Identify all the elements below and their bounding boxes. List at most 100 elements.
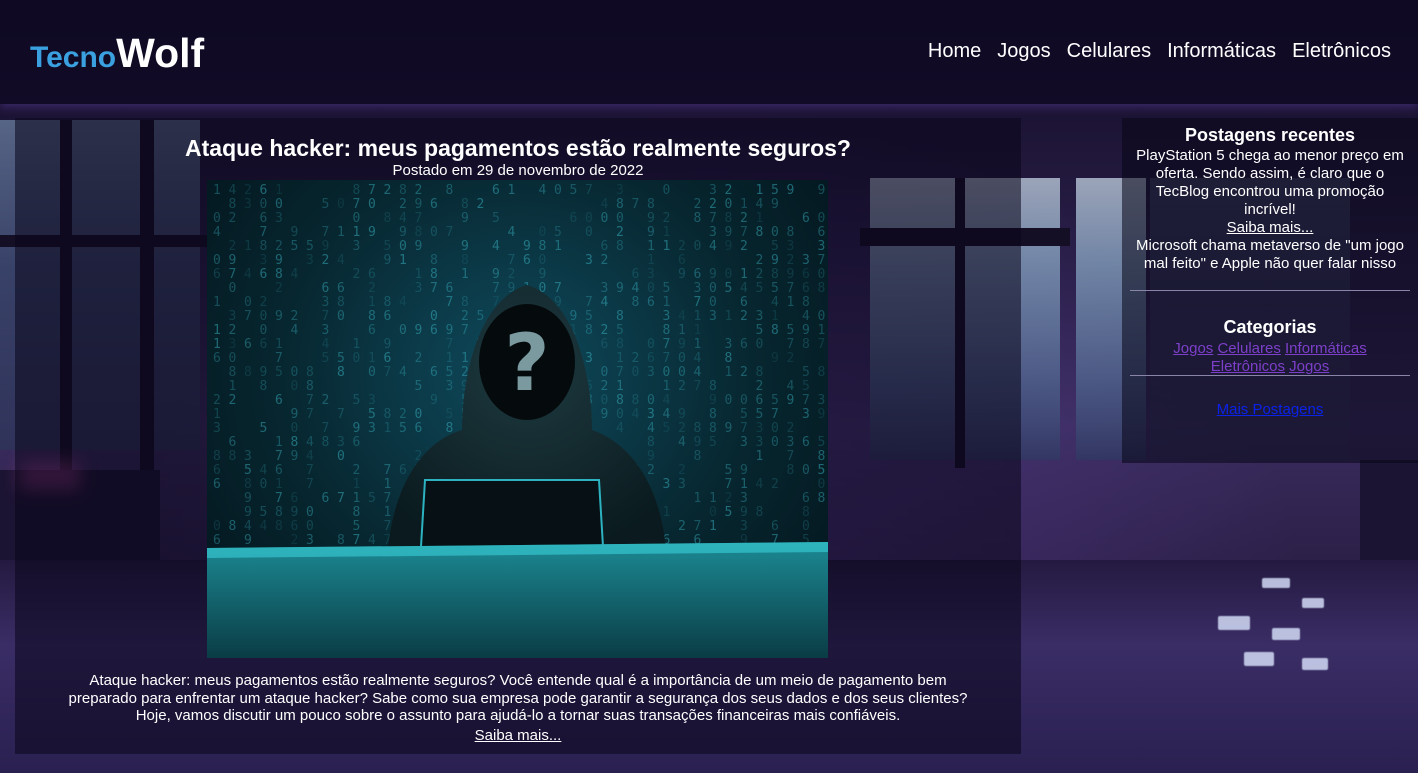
svg-text:4: 4 (306, 435, 314, 450)
svg-text:0: 0 (539, 225, 547, 240)
nav-link-celulares[interactable]: Celulares (1067, 40, 1151, 63)
svg-text:6: 6 (415, 421, 423, 436)
svg-text:3: 3 (322, 323, 330, 338)
site-header: Tecno Wolf Home Jogos Celulares Informát… (0, 0, 1418, 104)
svg-text:8: 8 (771, 267, 779, 282)
svg-text:5: 5 (291, 239, 299, 254)
svg-text:7: 7 (818, 337, 826, 352)
svg-text:1: 1 (678, 323, 686, 338)
svg-text:9: 9 (368, 225, 376, 240)
svg-text:3: 3 (818, 393, 826, 408)
excerpt-line: preparado para enfrentar um ataque hacke… (68, 689, 968, 707)
svg-text:0: 0 (709, 505, 717, 520)
svg-text:4: 4 (756, 477, 764, 492)
svg-text:1: 1 (275, 477, 283, 492)
svg-text:8: 8 (709, 379, 717, 394)
article-title: Ataque hacker: meus pagamentos estão rea… (185, 135, 851, 161)
category-link-celulares[interactable]: Celulares (1217, 340, 1280, 357)
svg-text:6: 6 (260, 211, 268, 226)
read-more-link[interactable]: Saiba mais... (475, 727, 562, 744)
more-posts-link[interactable]: Mais Postagens (1217, 401, 1324, 418)
svg-text:3: 3 (275, 211, 283, 226)
svg-text:9: 9 (787, 267, 795, 282)
svg-text:4: 4 (337, 253, 345, 268)
svg-text:7: 7 (260, 225, 268, 240)
svg-text:0: 0 (213, 211, 221, 226)
svg-text:3: 3 (709, 183, 717, 198)
svg-text:8: 8 (802, 337, 810, 352)
svg-text:7: 7 (322, 309, 330, 324)
nav-link-eletronicos[interactable]: Eletrônicos (1292, 40, 1391, 63)
category-link-eletronicos[interactable]: Eletrônicos (1211, 358, 1285, 375)
svg-text:9: 9 (415, 239, 423, 254)
site-logo[interactable]: Tecno Wolf (30, 30, 204, 77)
logo-part-tecno: Tecno (30, 41, 117, 74)
svg-text:3: 3 (694, 281, 702, 296)
svg-text:4: 4 (678, 435, 686, 450)
article-excerpt: Ataque hacker: meus pagamentos estão rea… (15, 672, 1021, 725)
svg-text:3: 3 (647, 407, 655, 422)
svg-text:8: 8 (787, 225, 795, 240)
svg-text:7: 7 (368, 183, 376, 198)
svg-text:8: 8 (275, 267, 283, 282)
category-link-jogos-2[interactable]: Jogos (1289, 358, 1329, 375)
recent-post-1-read-more-link[interactable]: Saiba mais... (1227, 219, 1314, 236)
svg-text:9: 9 (709, 393, 717, 408)
svg-text:1: 1 (399, 253, 407, 268)
svg-text:2: 2 (678, 421, 686, 436)
svg-text:6: 6 (740, 337, 748, 352)
svg-text:7: 7 (306, 477, 314, 492)
svg-text:0: 0 (244, 295, 252, 310)
svg-text:0: 0 (353, 211, 361, 226)
svg-text:3: 3 (306, 253, 314, 268)
svg-text:1: 1 (508, 183, 516, 198)
svg-text:6: 6 (291, 491, 299, 506)
svg-text:1: 1 (694, 491, 702, 506)
svg-text:1: 1 (756, 211, 764, 226)
svg-text:5: 5 (260, 505, 268, 520)
svg-text:5: 5 (477, 309, 485, 324)
svg-text:0: 0 (678, 365, 686, 380)
svg-text:0: 0 (337, 449, 345, 464)
svg-text:3: 3 (678, 477, 686, 492)
svg-text:7: 7 (322, 421, 330, 436)
nav-link-informaticas[interactable]: Informáticas (1167, 40, 1276, 63)
svg-text:9: 9 (461, 211, 469, 226)
svg-text:8: 8 (616, 309, 624, 324)
svg-text:1: 1 (787, 295, 795, 310)
svg-text:7: 7 (306, 407, 314, 422)
svg-text:0: 0 (430, 309, 438, 324)
nav-link-home[interactable]: Home (928, 40, 981, 63)
excerpt-line: Ataque hacker: meus pagamentos estão rea… (89, 672, 947, 689)
svg-text:8: 8 (539, 239, 547, 254)
svg-text:8: 8 (802, 505, 810, 520)
svg-text:2: 2 (601, 253, 609, 268)
svg-text:0: 0 (694, 239, 702, 254)
svg-text:2: 2 (291, 309, 299, 324)
svg-text:1: 1 (663, 379, 671, 394)
svg-text:1: 1 (353, 491, 361, 506)
svg-text:3: 3 (740, 435, 748, 450)
svg-text:7: 7 (554, 281, 562, 296)
svg-text:8: 8 (229, 365, 237, 380)
svg-text:8: 8 (306, 379, 314, 394)
svg-text:5: 5 (306, 239, 314, 254)
svg-text:1: 1 (740, 477, 748, 492)
svg-text:5: 5 (322, 351, 330, 366)
category-link-informaticas[interactable]: Informáticas (1285, 340, 1367, 357)
nav-link-jogos[interactable]: Jogos (997, 40, 1050, 63)
svg-text:1: 1 (384, 505, 392, 520)
svg-text:9: 9 (384, 253, 392, 268)
svg-text:9: 9 (787, 183, 795, 198)
svg-text:8: 8 (353, 183, 361, 198)
svg-text:2: 2 (725, 183, 733, 198)
svg-text:9: 9 (446, 323, 454, 338)
svg-text:8: 8 (663, 323, 671, 338)
svg-text:7: 7 (461, 323, 469, 338)
svg-text:1: 1 (709, 491, 717, 506)
svg-text:2: 2 (415, 351, 423, 366)
svg-text:1: 1 (446, 351, 454, 366)
svg-text:8: 8 (430, 267, 438, 282)
category-link-jogos[interactable]: Jogos (1173, 340, 1213, 357)
svg-text:8: 8 (384, 407, 392, 422)
